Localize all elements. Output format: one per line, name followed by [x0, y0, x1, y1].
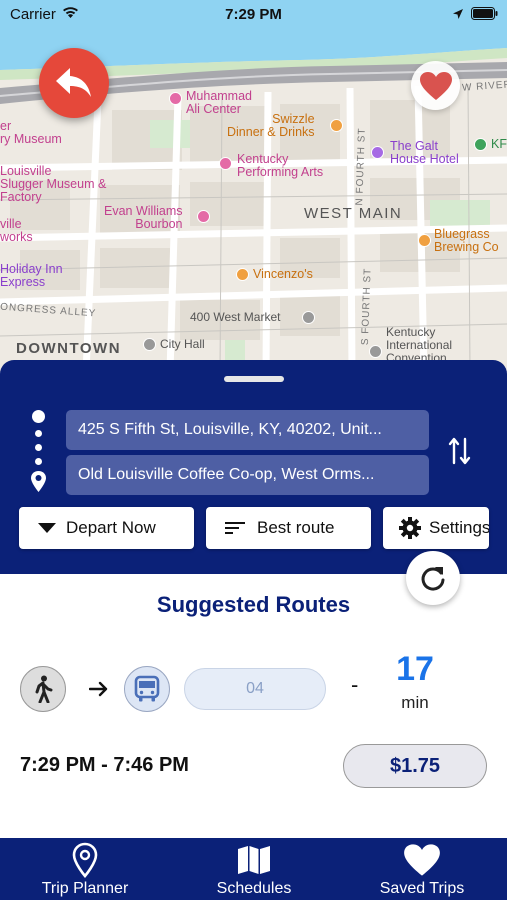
- favorite-button[interactable]: [411, 61, 460, 110]
- route-dot: [35, 458, 42, 465]
- kfc-icon[interactable]: [474, 138, 487, 151]
- depart-now-label: Depart Now: [66, 518, 156, 537]
- map-label-louisville-slugger[interactable]: Louisville Slugger Museum & Factory: [0, 165, 106, 204]
- map-label-kfc[interactable]: KF: [491, 138, 507, 151]
- separator-dash: -: [351, 672, 359, 697]
- map-label-vincenzos[interactable]: Vincenzo's: [253, 268, 313, 281]
- duration-value: 17: [396, 650, 434, 688]
- settings-label: Settings: [429, 518, 489, 537]
- map-label-city-hall[interactable]: City Hall: [160, 338, 205, 351]
- status-time: 7:29 PM: [225, 6, 282, 23]
- route-dot: [35, 430, 42, 437]
- arrow-right-icon: [89, 681, 108, 697]
- best-route-label: Best route: [257, 518, 335, 537]
- swap-locations-icon[interactable]: [448, 436, 472, 466]
- fare-button[interactable]: $1.75: [343, 744, 487, 788]
- heart-icon: [419, 71, 452, 100]
- muhammad-ali-center-icon[interactable]: [169, 92, 182, 105]
- map-label-evan-williams[interactable]: Evan Williams Bourbon: [104, 205, 183, 231]
- caret-down-icon: [38, 523, 56, 533]
- best-route-button[interactable]: Best route: [206, 507, 371, 549]
- refresh-button[interactable]: [406, 551, 460, 605]
- map-label-downtown: DOWNTOWN: [16, 340, 122, 357]
- location-pin-icon: [72, 842, 98, 878]
- kentucky-performing-arts-icon[interactable]: [219, 157, 232, 170]
- map-label-n-fourth-st: N FOURTH ST: [354, 127, 368, 206]
- duration-unit: min: [401, 693, 429, 712]
- map-icon: [238, 846, 270, 874]
- tab-saved-trips[interactable]: Saved Trips: [337, 838, 507, 900]
- settings-button[interactable]: Settings: [383, 507, 489, 549]
- origin-dot-icon: [32, 410, 45, 423]
- map-label-bluegrass-brewing[interactable]: Bluegrass Brewing Co: [434, 228, 499, 254]
- trip-planner-panel: 425 S Fifth St, Louisville, KY, 40202, U…: [0, 360, 507, 574]
- trip-time-range: 7:29 PM - 7:46 PM: [20, 754, 189, 776]
- tab-label-trip-planner: Trip Planner: [41, 880, 129, 897]
- location-arrow-icon: [453, 9, 463, 19]
- origin-input[interactable]: 425 S Fifth St, Louisville, KY, 40202, U…: [66, 410, 429, 450]
- tab-label-saved-trips: Saved Trips: [379, 880, 465, 897]
- bus-icon: [134, 675, 160, 702]
- depart-now-button[interactable]: Depart Now: [19, 507, 194, 549]
- 400-west-market-icon[interactable]: [302, 311, 315, 324]
- evan-williams-icon[interactable]: [197, 210, 210, 223]
- tab-trip-planner[interactable]: Trip Planner: [0, 838, 170, 900]
- sort-icon: [225, 522, 245, 534]
- walking-icon: [35, 675, 53, 703]
- status-bar: Carrier 7:29 PM: [0, 0, 507, 28]
- battery-icon: [471, 7, 498, 20]
- map-label-400-west-market[interactable]: 400 West Market: [190, 311, 280, 324]
- gear-icon: [399, 517, 421, 539]
- tab-schedules[interactable]: Schedules: [169, 838, 339, 900]
- heart-icon: [404, 844, 440, 876]
- destination-pin-icon: [31, 471, 46, 492]
- tab-label-schedules: Schedules: [216, 880, 292, 897]
- map-label-s-fourth-st: S FOURTH ST: [359, 267, 374, 346]
- map-label-swizzle[interactable]: Swizzle Dinner & Drinks: [227, 113, 315, 139]
- kic-icon[interactable]: [369, 345, 382, 358]
- map-label-kentucky-performing-arts[interactable]: Kentucky Performing Arts: [237, 153, 323, 179]
- map-label-museum[interactable]: er ry Museum: [0, 120, 62, 146]
- route-number-badge: 04: [184, 668, 326, 710]
- bus-step: [124, 666, 170, 712]
- panel-grabber[interactable]: [224, 376, 284, 382]
- route-dot: [35, 444, 42, 451]
- bluegrass-brewing-icon[interactable]: [418, 234, 431, 247]
- galt-house-icon[interactable]: [371, 146, 384, 159]
- city-hall-icon[interactable]: [143, 338, 156, 351]
- back-arrow-icon: [56, 68, 91, 97]
- map-label-west-main: WEST MAIN: [304, 205, 403, 222]
- walk-step: [20, 666, 66, 712]
- map-label-holiday-inn[interactable]: Holiday Inn Express: [0, 263, 63, 289]
- vincenzos-icon[interactable]: [236, 268, 249, 281]
- back-button[interactable]: [39, 48, 109, 118]
- map-label-ville-works[interactable]: ville works: [0, 218, 33, 244]
- map-label-galt-house[interactable]: The Galt House Hotel: [390, 140, 459, 166]
- swizzle-icon[interactable]: [330, 119, 343, 132]
- destination-input[interactable]: Old Louisville Coffee Co-op, West Orms..…: [66, 455, 429, 495]
- refresh-icon: [421, 567, 445, 591]
- tab-bar: Trip Planner Schedules Saved Trips: [0, 838, 507, 900]
